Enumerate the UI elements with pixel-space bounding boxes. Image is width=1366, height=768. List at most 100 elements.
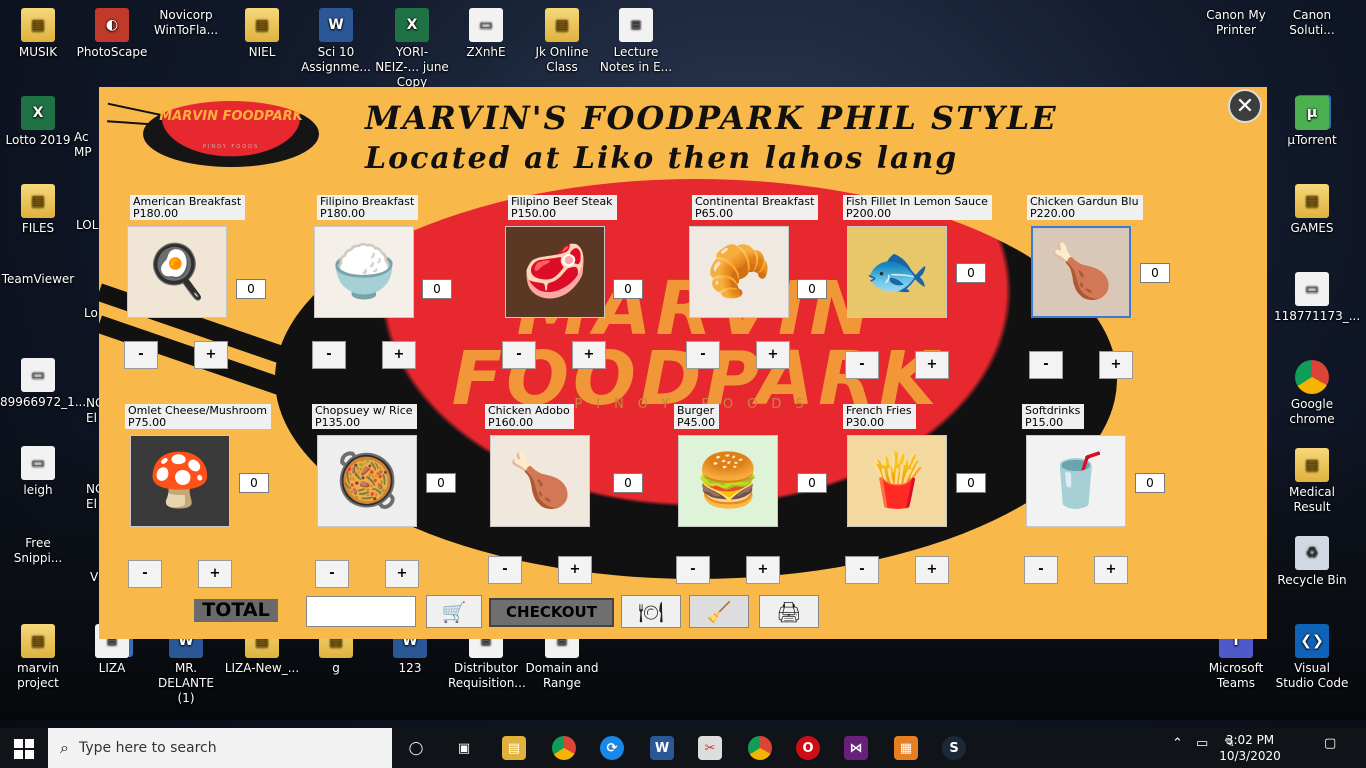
menu-item-label: Filipino Breakfast P180.00: [317, 195, 419, 220]
chrome-icon[interactable]: [748, 736, 772, 760]
quantity-field[interactable]: 0: [956, 263, 986, 283]
chicken-cordon-bleu-image: 🍗: [1031, 226, 1131, 318]
chrome-icon[interactable]: [552, 736, 576, 760]
desktop-icon-118771173[interactable]: ▭ 118771173_...: [1274, 272, 1360, 324]
decrease-button[interactable]: -: [845, 556, 879, 584]
notifications-icon[interactable]: ▢: [1324, 736, 1336, 751]
sync-app-icon[interactable]: ⟳: [600, 736, 624, 760]
menu-item-label: American Breakfast P180.00: [130, 195, 246, 220]
opera-icon[interactable]: O: [796, 736, 820, 760]
increase-button[interactable]: +: [194, 341, 228, 369]
decrease-button[interactable]: -: [488, 556, 522, 584]
quantity-field[interactable]: 0: [797, 279, 827, 299]
quantity-field[interactable]: 0: [613, 279, 643, 299]
increase-button[interactable]: +: [756, 341, 790, 369]
network-icon[interactable]: ▭: [1196, 736, 1208, 751]
quantity-field[interactable]: 0: [239, 473, 269, 493]
increase-button[interactable]: +: [558, 556, 592, 584]
quantity-field[interactable]: 0: [1140, 263, 1170, 283]
decrease-button[interactable]: -: [1024, 556, 1058, 584]
desktop-icon-musik[interactable]: ▤ MUSIK: [0, 8, 76, 60]
decrease-button[interactable]: -: [676, 556, 710, 584]
desktop-icon-google-chrome[interactable]: Google chrome: [1274, 360, 1350, 427]
desktop-icon-medical-result[interactable]: ▤ Medical Result: [1274, 448, 1350, 515]
quantity-field[interactable]: 0: [1135, 473, 1165, 493]
search-placeholder: Type here to search: [78, 740, 217, 756]
desktop-icon-niel[interactable]: ▤ NIEL: [224, 8, 300, 60]
total-field[interactable]: [306, 596, 416, 627]
desktop-icon-zxnhe[interactable]: ▭ ZXnhE: [448, 8, 524, 60]
desktop-icon-free-snipping[interactable]: ✚ Free Snippi...: [0, 536, 133, 657]
desktop-icon-canon-printer[interactable]: ⎙ Canon My Printer: [1198, 8, 1331, 129]
menu-item-label: Filipino Beef Steak P150.00: [508, 195, 617, 220]
desktop-icon-files[interactable]: ▤ FILES: [0, 184, 76, 236]
desktop-icon-89966972[interactable]: ▭ 89966972_1...: [0, 358, 86, 410]
serve-button[interactable]: 🍽: [621, 595, 681, 628]
decrease-button[interactable]: -: [502, 341, 536, 369]
task-view-icon[interactable]: ▣: [452, 736, 476, 760]
decrease-button[interactable]: -: [686, 341, 720, 369]
add-to-cart-button[interactable]: 🛒: [426, 595, 482, 628]
desktop-icon-partial[interactable]: Lo: [84, 306, 100, 321]
desktop-icon-lotto[interactable]: X Lotto 2019: [0, 96, 76, 148]
quantity-field[interactable]: 0: [236, 279, 266, 299]
desktop-icon-yori[interactable]: X YORI-NEIZ-... june Copy: [374, 8, 450, 90]
decrease-button[interactable]: -: [845, 351, 879, 379]
desktop-icon-teamviewer[interactable]: ⇄ TeamViewer: [0, 272, 133, 393]
quantity-field[interactable]: 0: [422, 279, 452, 299]
clock[interactable]: 3:02 PM 10/3/2020: [1218, 732, 1282, 764]
word-icon[interactable]: W: [650, 736, 674, 760]
desktop-icon-canon-solution[interactable]: C Canon Soluti...: [1274, 8, 1350, 38]
desktop-icon-sci10[interactable]: W Sci 10 Assignme...: [298, 8, 374, 75]
close-button[interactable]: ✕: [1228, 89, 1262, 123]
clear-button[interactable]: 🧹: [689, 595, 749, 628]
foodpark-app-taskbar-icon[interactable]: ▦: [894, 736, 918, 760]
visual-studio-icon[interactable]: ⋈: [844, 736, 868, 760]
increase-button[interactable]: +: [1099, 351, 1133, 379]
taskbar-search-box[interactable]: ⌕ Type here to search: [48, 728, 392, 768]
burger-image: 🍔: [678, 435, 778, 527]
decrease-button[interactable]: -: [128, 560, 162, 588]
chevron-up-icon[interactable]: ⌃: [1172, 736, 1183, 751]
increase-button[interactable]: +: [572, 341, 606, 369]
cortana-icon[interactable]: ◯: [404, 736, 428, 760]
increase-button[interactable]: +: [198, 560, 232, 588]
windows-start-icon[interactable]: [14, 739, 34, 759]
search-icon: ⌕: [60, 738, 69, 757]
desktop-icon-leigh[interactable]: ▭ leigh: [0, 446, 76, 498]
desktop-icon-vscode[interactable]: ❮❯ Visual Studio Code: [1274, 624, 1350, 691]
desktop-icon-utorrent[interactable]: µ µTorrent: [1274, 96, 1350, 148]
decrease-button[interactable]: -: [315, 560, 349, 588]
excel-icon: X: [21, 96, 55, 130]
steam-icon[interactable]: S: [942, 736, 966, 760]
desktop-icon-partial[interactable]: LOL: [76, 218, 100, 233]
desktop-icon-games[interactable]: ▤ GAMES: [1274, 184, 1350, 236]
desktop-icon-marvin-project[interactable]: ▤ marvin project: [0, 624, 76, 691]
print-button[interactable]: 🖨: [759, 595, 819, 628]
quantity-field[interactable]: 0: [613, 473, 643, 493]
decrease-button[interactable]: -: [124, 341, 158, 369]
increase-button[interactable]: +: [915, 351, 949, 379]
increase-button[interactable]: +: [915, 556, 949, 584]
snipping-tool-icon[interactable]: ✂: [698, 736, 722, 760]
desktop-icon-novicorp[interactable]: ✦ Novicorp WinToFla...: [148, 8, 281, 129]
quantity-field[interactable]: 0: [797, 473, 827, 493]
increase-button[interactable]: +: [382, 341, 416, 369]
file-explorer-icon[interactable]: ▤: [502, 736, 526, 760]
desktop-icon-recycle-bin[interactable]: ♻ Recycle Bin: [1274, 536, 1350, 588]
desktop-icon-photoscape[interactable]: ◐ PhotoScape: [74, 8, 150, 60]
increase-button[interactable]: +: [1094, 556, 1128, 584]
increase-button[interactable]: +: [746, 556, 780, 584]
american-breakfast-image: 🍳: [127, 226, 227, 318]
quantity-field[interactable]: 0: [956, 473, 986, 493]
checkout-button[interactable]: CHECKOUT: [489, 598, 614, 627]
desktop-icon-partial[interactable]: Ac MP: [74, 130, 100, 160]
increase-button[interactable]: +: [385, 560, 419, 588]
desktop-icon-jk-online[interactable]: ▤ Jk Online Class: [524, 8, 600, 75]
desktop-icon-partial[interactable]: NC El: [86, 396, 103, 426]
decrease-button[interactable]: -: [312, 341, 346, 369]
desktop-icon-partial[interactable]: NC El: [86, 482, 103, 512]
quantity-field[interactable]: 0: [426, 473, 456, 493]
decrease-button[interactable]: -: [1029, 351, 1063, 379]
desktop-icon-lecture[interactable]: ≡ Lecture Notes in E...: [598, 8, 674, 75]
